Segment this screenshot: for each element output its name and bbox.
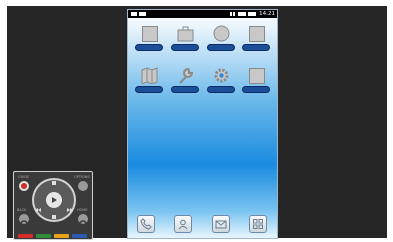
app-label	[242, 86, 270, 93]
options-label: OPTIONS	[74, 175, 90, 179]
red-button[interactable]	[18, 234, 33, 238]
signal-icon	[230, 12, 232, 16]
dpad-down[interactable]	[52, 215, 56, 219]
app-shortcut[interactable]	[171, 25, 199, 55]
signal-icon	[233, 12, 235, 16]
battery-icon	[248, 12, 256, 16]
app-label	[207, 44, 235, 51]
app-label	[207, 86, 235, 93]
wifi-icon	[238, 12, 246, 16]
guide-button[interactable]	[19, 181, 29, 191]
back-button[interactable]	[19, 214, 29, 228]
app-shortcut[interactable]	[207, 25, 235, 55]
green-button[interactable]	[36, 234, 51, 238]
app-label	[171, 44, 199, 51]
wrench-icon	[177, 67, 194, 84]
app-shortcut[interactable]	[171, 67, 199, 97]
play-button[interactable]	[46, 192, 62, 208]
dpad-up[interactable]	[52, 181, 56, 185]
options-button[interactable]	[78, 181, 88, 191]
placeholder-app-icon	[141, 25, 158, 42]
remote-control: GUIDE OPTIONS BACK HOME	[13, 171, 93, 240]
app-shortcut[interactable]	[135, 25, 163, 55]
placeholder-app-icon	[248, 25, 265, 42]
contacts-icon[interactable]	[174, 215, 192, 233]
home-label: HOME	[77, 208, 88, 212]
app-label	[171, 86, 199, 93]
back-label: BACK	[17, 208, 27, 212]
notification-icon	[131, 12, 137, 16]
phone-screen: 14:21	[127, 9, 278, 239]
dpad[interactable]	[32, 178, 76, 222]
home-button[interactable]	[78, 214, 88, 228]
notification-icon	[139, 12, 146, 16]
yellow-button[interactable]	[54, 234, 69, 238]
clock: 14:21	[259, 11, 275, 17]
blue-button[interactable]	[72, 234, 87, 238]
placeholder-app-icon	[248, 67, 265, 84]
fast-forward-icon[interactable]	[67, 197, 73, 212]
app-label	[242, 44, 270, 51]
guide-label: GUIDE	[18, 175, 30, 179]
phone-icon[interactable]	[137, 215, 155, 233]
status-bar: 14:21	[128, 10, 277, 18]
apps-grid-icon[interactable]	[249, 215, 267, 233]
app-label	[135, 44, 163, 51]
app-shortcut[interactable]	[135, 67, 163, 97]
emulator-window: 14:21 GUIDE OPTIONS BACK HOME	[0, 0, 393, 242]
rewind-icon[interactable]	[35, 197, 41, 212]
gear-icon	[213, 67, 230, 84]
app-shortcut[interactable]	[207, 67, 235, 97]
circle-app-icon	[213, 25, 230, 42]
app-label	[135, 86, 163, 93]
app-shortcut[interactable]	[242, 25, 270, 55]
briefcase-icon	[177, 25, 194, 42]
mail-icon[interactable]	[212, 215, 230, 233]
map-icon	[141, 67, 158, 84]
app-shortcut[interactable]	[242, 67, 270, 97]
